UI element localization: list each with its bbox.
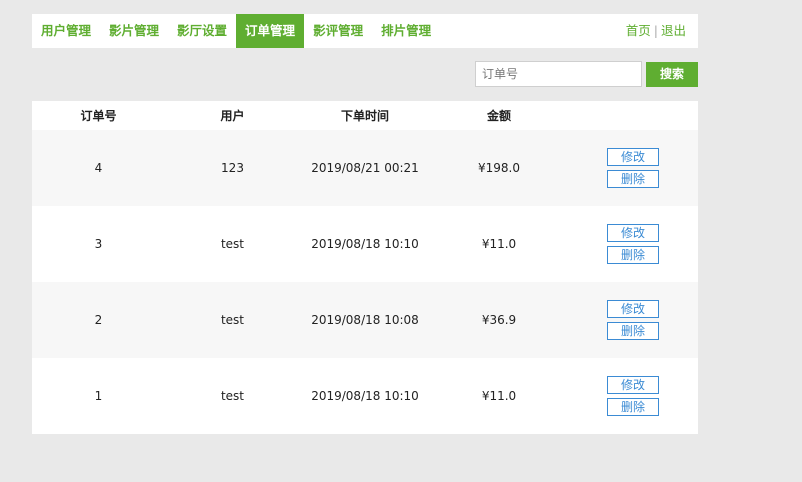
cell-user: test xyxy=(220,237,245,251)
cell-order-id: 3 xyxy=(94,237,103,251)
nav-item-schedule[interactable]: 排片管理 xyxy=(372,14,440,48)
cell-amount: ¥11.0 xyxy=(481,237,517,251)
cell-actions: 修改 删除 xyxy=(568,224,698,264)
cell-order-id: 1 xyxy=(94,389,103,403)
nav-separator: | xyxy=(653,23,658,38)
header-user: 用户 xyxy=(220,109,245,123)
cell-amount: ¥11.0 xyxy=(481,389,517,403)
delete-button[interactable]: 删除 xyxy=(607,246,659,264)
cell-amount: ¥198.0 xyxy=(478,161,520,175)
top-nav: 用户管理 影片管理 影厅设置 订单管理 影评管理 排片管理 首页 | 退出 xyxy=(32,14,698,48)
order-search-input[interactable] xyxy=(475,61,642,87)
header-amount: 金额 xyxy=(486,109,511,123)
edit-button[interactable]: 修改 xyxy=(607,224,659,242)
cell-order-id: 2 xyxy=(94,313,103,327)
cell-user: test xyxy=(220,313,245,327)
cell-order-time: 2019/08/18 10:10 xyxy=(311,389,419,403)
cell-order-time: 2019/08/18 10:08 xyxy=(311,313,419,327)
cell-order-id: 4 xyxy=(94,161,103,175)
cell-user: test xyxy=(220,389,245,403)
search-button[interactable]: 搜索 xyxy=(646,62,698,87)
edit-button[interactable]: 修改 xyxy=(607,148,659,166)
cell-actions: 修改 删除 xyxy=(568,148,698,188)
header-order-id: 订单号 xyxy=(80,109,117,123)
table-row: 2 test 2019/08/18 10:08 ¥36.9 修改 删除 xyxy=(32,282,698,358)
table-header: 订单号 用户 下单时间 金额 xyxy=(32,101,698,130)
header-order-time: 下单时间 xyxy=(340,109,389,123)
nav-item-orders[interactable]: 订单管理 xyxy=(236,14,305,48)
orders-table: 订单号 用户 下单时间 金额 4 123 2019/08/21 00:21 ¥1… xyxy=(32,101,698,434)
logout-link[interactable]: 退出 xyxy=(661,23,686,38)
table-row: 1 test 2019/08/18 10:10 ¥11.0 修改 删除 xyxy=(32,358,698,434)
cell-order-time: 2019/08/18 10:10 xyxy=(311,237,419,251)
cell-actions: 修改 删除 xyxy=(568,376,698,416)
cell-amount: ¥36.9 xyxy=(481,313,517,327)
edit-button[interactable]: 修改 xyxy=(607,300,659,318)
delete-button[interactable]: 删除 xyxy=(607,322,659,340)
delete-button[interactable]: 删除 xyxy=(607,398,659,416)
nav-right-links: 首页 | 退出 xyxy=(626,14,698,48)
table-row: 4 123 2019/08/21 00:21 ¥198.0 修改 删除 xyxy=(32,130,698,206)
delete-button[interactable]: 删除 xyxy=(607,170,659,188)
nav-item-users[interactable]: 用户管理 xyxy=(32,14,100,48)
nav-item-movies[interactable]: 影片管理 xyxy=(100,14,168,48)
edit-button[interactable]: 修改 xyxy=(607,376,659,394)
nav-item-reviews[interactable]: 影评管理 xyxy=(304,14,372,48)
home-link[interactable]: 首页 xyxy=(626,23,651,38)
cell-user: 123 xyxy=(221,161,244,175)
nav-item-halls[interactable]: 影厅设置 xyxy=(168,14,236,48)
cell-order-time: 2019/08/21 00:21 xyxy=(311,161,419,175)
cell-actions: 修改 删除 xyxy=(568,300,698,340)
table-row: 3 test 2019/08/18 10:10 ¥11.0 修改 删除 xyxy=(32,206,698,282)
